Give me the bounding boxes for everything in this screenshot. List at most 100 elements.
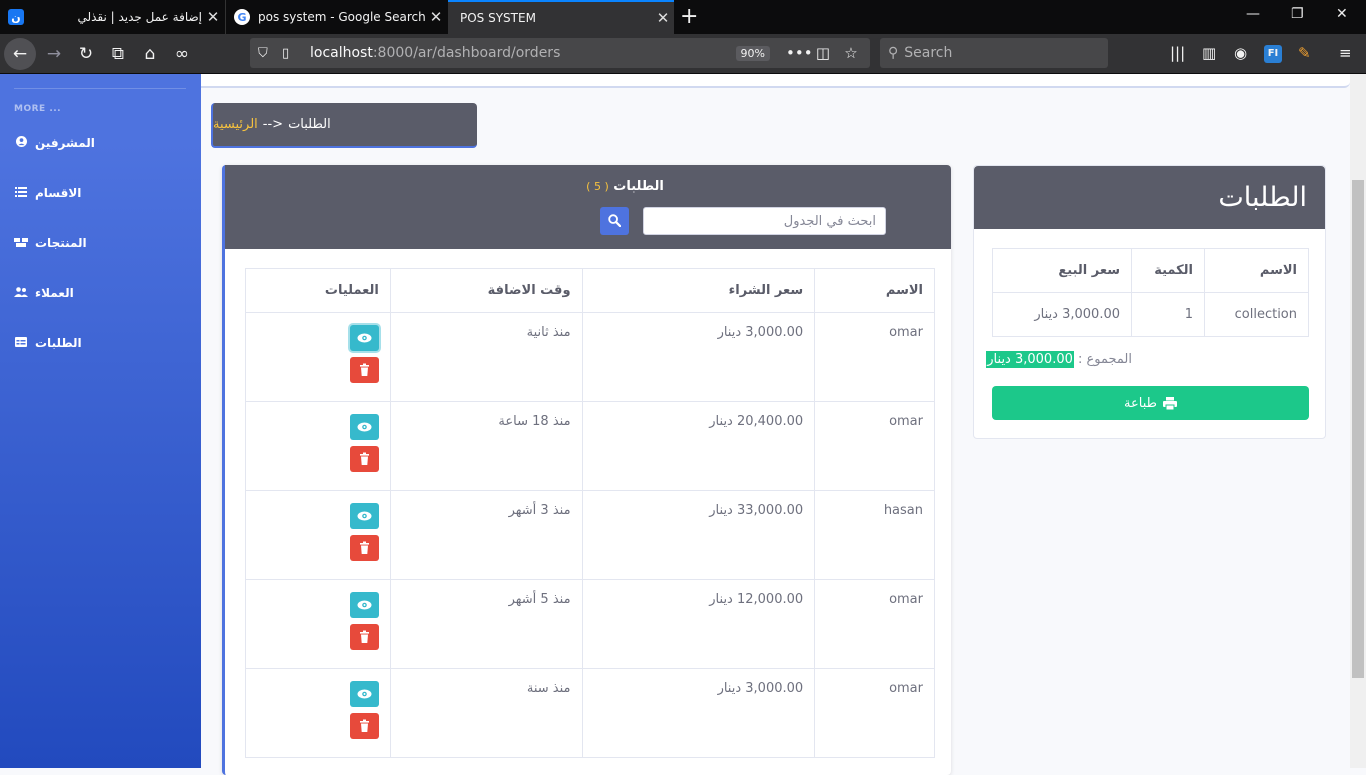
tab-title: POS SYSTEM — [460, 11, 536, 25]
pocket-icon[interactable]: ◫ — [814, 44, 832, 62]
page-scrollbar[interactable] — [1350, 74, 1366, 768]
breadcrumb-home-link[interactable]: الرئيسية — [213, 117, 258, 132]
cell-time: منذ 5 أشهر — [389, 579, 583, 669]
bookmark-star-icon[interactable]: ☆ — [842, 44, 860, 62]
account-icon[interactable]: ◉ — [1234, 44, 1247, 62]
sidebar-item-admins[interactable]: المشرفين — [14, 133, 95, 153]
extension-fi-icon[interactable]: FI — [1264, 45, 1282, 63]
orders-search-placeholder: ابحث في الجدول — [783, 213, 876, 229]
delete-order-button[interactable] — [349, 624, 379, 650]
cell-name: omar — [814, 668, 935, 758]
cell-name: omar — [814, 312, 935, 402]
orders-table: الاسم سعر الشراء وقت الاضافة العمليات om… — [245, 268, 935, 758]
cell-price: 12,000.00 دينار — [581, 579, 816, 669]
sidebar-item-products[interactable]: المنتجات — [14, 233, 87, 253]
private-mask-icon[interactable]: ∞ — [168, 40, 196, 68]
cell-name: omar — [814, 401, 935, 491]
browser-search-input[interactable]: ⚲ Search — [880, 38, 1108, 68]
column-header-ops: العمليات — [245, 268, 391, 313]
table-icon — [14, 336, 28, 350]
trash-icon — [359, 630, 369, 643]
print-icon — [1162, 396, 1177, 410]
order-details-card: الطلبات الاسم الكمية سعر البيع collectio… — [973, 165, 1326, 439]
orders-title-text: الطلبات — [613, 179, 664, 194]
cell-price: 3,000.00 دينار — [581, 312, 816, 402]
page-info-icon[interactable]: ▯ — [282, 46, 300, 61]
trash-icon — [359, 363, 369, 376]
url-bar[interactable]: ⛉ ▯ localhost:8000/ar/dashboard/orders 9… — [250, 38, 870, 68]
orders-count: ( 5 ) — [586, 180, 609, 193]
view-order-button[interactable] — [349, 592, 379, 618]
browser-tab-2[interactable]: G pos system - Google Search ✕ — [225, 0, 447, 34]
column-header-price: سعر الشراء — [581, 268, 816, 313]
delete-order-button[interactable] — [349, 357, 379, 383]
view-order-button[interactable] — [349, 325, 379, 351]
scrollbar-thumb[interactable] — [1352, 180, 1364, 678]
more-actions-icon[interactable]: ••• — [786, 44, 813, 62]
new-window-icon[interactable]: ⧉ — [104, 40, 132, 68]
browser-tab-1[interactable]: ن إضافة عمل جديد | نقذلي ✕ — [0, 0, 224, 34]
order-total: المجموع : 3,000.00 دينار — [986, 351, 1309, 368]
print-label: طباعة — [1124, 395, 1157, 411]
reload-icon[interactable]: ↻ — [72, 40, 100, 68]
trash-icon — [359, 719, 369, 732]
breadcrumb-current: الطلبات — [288, 117, 331, 132]
total-label: المجموع : — [1078, 352, 1132, 367]
trash-icon — [359, 541, 369, 554]
sidebar-item-label: المنتجات — [35, 236, 87, 250]
cell-time: منذ 18 ساعة — [389, 401, 583, 491]
view-order-button[interactable] — [349, 414, 379, 440]
sidebar-item-orders[interactable]: الطلبات — [14, 333, 82, 353]
table-row: collection 1 3,000.00 دينار — [992, 292, 1309, 337]
url-text[interactable]: localhost:8000/ar/dashboard/orders — [310, 45, 736, 61]
orders-search-button[interactable] — [600, 207, 629, 235]
sidebar-item-label: المشرفين — [35, 136, 95, 150]
close-tab-icon[interactable]: ✕ — [202, 8, 224, 26]
new-tab-icon[interactable]: + — [680, 4, 698, 29]
orders-card: الطلبات ( 5 ) ابحث في الجدول الاسم سعر ا… — [222, 165, 951, 775]
menu-hamburger-icon[interactable]: ≡ — [1339, 44, 1352, 62]
order-details-table: الاسم الكمية سعر البيع collection 1 3,00… — [992, 248, 1309, 337]
delete-order-button[interactable] — [349, 713, 379, 739]
sidebar: MORE ... المشرفين الاقسام المنتجات العمل… — [0, 74, 201, 768]
total-value: 3,000.00 دينار — [986, 351, 1074, 368]
cell-qty: 1 — [1131, 292, 1205, 337]
browser-tab-bar: ن إضافة عمل جديد | نقذلي ✕ G pos system … — [0, 0, 1366, 34]
delete-order-button[interactable] — [349, 535, 379, 561]
delete-order-button[interactable] — [349, 446, 379, 472]
close-tab-icon[interactable]: ✕ — [652, 9, 674, 27]
table-row: omar 12,000.00 دينار منذ 5 أشهر — [245, 579, 935, 669]
eye-icon — [357, 422, 372, 432]
browser-tab-active[interactable]: POS SYSTEM ✕ — [448, 0, 674, 34]
site-favicon-icon: ن — [8, 9, 24, 25]
minimize-icon[interactable]: — — [1246, 6, 1260, 22]
library-icon[interactable]: ||| — [1170, 44, 1185, 62]
print-button[interactable]: طباعة — [992, 386, 1309, 420]
extension-brush-icon[interactable]: ✎ — [1298, 44, 1311, 62]
zoom-level[interactable]: 90% — [735, 45, 770, 61]
eye-icon — [357, 689, 372, 699]
forward-icon[interactable]: → — [40, 40, 68, 68]
orders-table-header: الاسم سعر الشراء وقت الاضافة العمليات — [245, 268, 935, 313]
close-window-icon[interactable]: ✕ — [1336, 6, 1348, 22]
topbar — [201, 74, 1350, 88]
view-order-button[interactable] — [349, 503, 379, 529]
cell-price: 33,000.00 دينار — [581, 490, 816, 580]
restore-icon[interactable]: ❐ — [1291, 6, 1304, 22]
orders-search-input[interactable]: ابحث في الجدول — [643, 207, 886, 235]
boxes-icon — [14, 237, 28, 250]
orders-card-header: الطلبات ( 5 ) ابحث في الجدول — [225, 165, 951, 249]
sidebar-toggle-icon[interactable]: ▥ — [1202, 44, 1216, 62]
sidebar-item-categories[interactable]: الاقسام — [14, 183, 81, 203]
close-tab-icon[interactable]: ✕ — [425, 8, 447, 26]
back-icon[interactable]: ← — [4, 38, 36, 70]
cell-name: omar — [814, 579, 935, 669]
browser-toolbar: ← → ↻ ⧉ ⌂ ∞ ⛉ ▯ localhost:8000/ar/dashbo… — [0, 34, 1366, 74]
search-icon: ⚲ — [888, 45, 899, 61]
home-icon[interactable]: ⌂ — [136, 40, 164, 68]
sidebar-item-label: الاقسام — [35, 186, 82, 200]
sidebar-item-clients[interactable]: العملاء — [14, 283, 74, 303]
cell-ops — [245, 401, 391, 491]
cell-ops — [245, 668, 391, 758]
view-order-button[interactable] — [349, 681, 379, 707]
